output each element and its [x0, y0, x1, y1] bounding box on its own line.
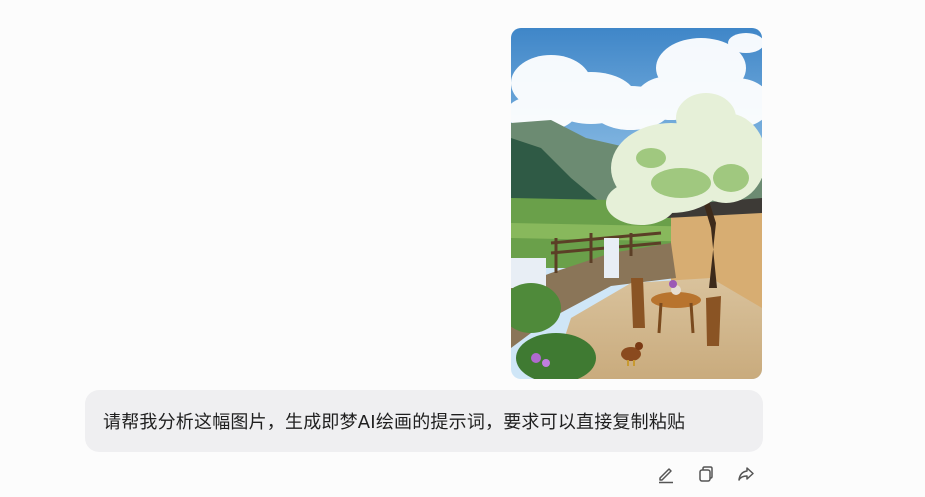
user-message-bubble: 请帮我分析这幅图片，生成即梦AI绘画的提示词，要求可以直接复制粘贴 [85, 390, 763, 452]
chat-thread: 请帮我分析这幅图片，生成即梦AI绘画的提示词，要求可以直接复制粘贴 [0, 0, 925, 497]
share-icon [738, 467, 754, 481]
attached-image[interactable] [511, 28, 762, 379]
share-button[interactable] [735, 463, 757, 485]
edit-icon [659, 468, 673, 484]
user-message-text: 请帮我分析这幅图片，生成即梦AI绘画的提示词，要求可以直接复制粘贴 [103, 412, 686, 433]
copy-button[interactable] [695, 463, 717, 485]
courtyard-photo [511, 28, 762, 379]
message-actions [655, 460, 757, 488]
copy-icon [699, 466, 713, 482]
edit-button[interactable] [655, 463, 677, 485]
